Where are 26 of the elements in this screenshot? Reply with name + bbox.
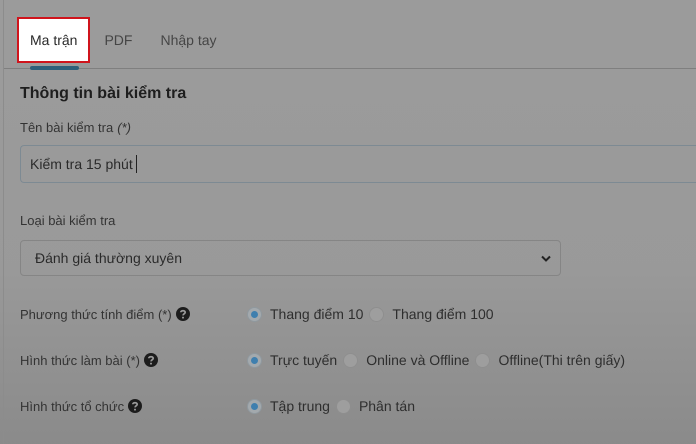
option-label[interactable]: Tập trung: [270, 398, 330, 414]
option-label[interactable]: Thang điểm 100: [392, 306, 494, 322]
radio-button[interactable]: [247, 398, 262, 414]
help-icon[interactable]: [128, 399, 142, 413]
option-label[interactable]: Thang điểm 10: [270, 306, 364, 322]
option-label[interactable]: Phân tán: [358, 398, 415, 414]
option-label[interactable]: Online và Offline: [366, 352, 470, 368]
active-tab-indicator: [30, 66, 80, 70]
radio-button[interactable]: [247, 352, 262, 368]
option-label[interactable]: Offline(Thi trên giấy): [498, 352, 626, 368]
radio-button[interactable]: [247, 306, 262, 322]
required-mark: (*): [117, 120, 131, 135]
section-title: Thông tin bài kiểm tra: [20, 85, 188, 104]
text-input[interactable]: Kiểm tra 15 phút: [20, 145, 696, 183]
field-label: Tên bài kiểm tra: [20, 120, 114, 135]
tab[interactable]: Nhập tay: [146, 17, 231, 63]
dropdown[interactable]: Đánh giá thường xuyên: [20, 240, 561, 276]
field-label: Hình thức tổ chức: [20, 398, 124, 414]
help-icon[interactable]: [144, 353, 158, 367]
field-label: Hình thức làm bài (*): [20, 352, 140, 368]
field-label: Phương thức tính điểm (*): [20, 306, 172, 322]
tab[interactable]: PDF: [90, 17, 146, 63]
option-label[interactable]: Trực tuyến: [270, 352, 338, 368]
chevron-down-icon: [541, 254, 551, 262]
help-icon[interactable]: [176, 307, 190, 321]
field-label: Loại bài kiểm tra: [20, 213, 116, 228]
